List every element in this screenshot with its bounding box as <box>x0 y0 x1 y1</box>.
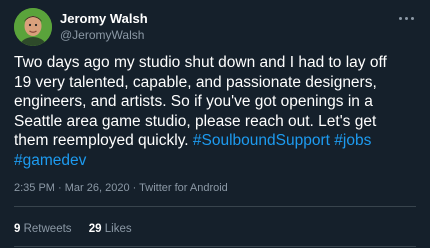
tweet-card: Jeromy Walsh @JeromyWalsh Two days ago m… <box>0 0 430 248</box>
divider <box>14 206 416 207</box>
author-handle[interactable]: @JeromyWalsh <box>60 28 144 42</box>
likes-label: Likes <box>104 223 132 235</box>
avatar-image <box>14 8 52 46</box>
retweets-count: 9 <box>14 223 21 235</box>
tweet-line-text: them reemployed quickly. <box>14 132 193 149</box>
hashtag-jobs[interactable]: #jobs <box>334 132 371 149</box>
hashtag-soulboundsupport[interactable]: #SoulboundSupport <box>193 132 330 149</box>
tweet-line: Two days ago my studio shut down and I h… <box>14 54 387 71</box>
tweet-line-5: them reemployed quickly. #SoulboundSuppo… <box>14 131 426 151</box>
more-options-icon[interactable] <box>396 10 416 26</box>
retweets-stat[interactable]: 9 Retweets <box>14 223 72 235</box>
tweet-line: Seattle area game studio, please reach o… <box>14 112 377 130</box>
retweets-label: Retweets <box>23 223 72 235</box>
tweet-timestamp[interactable]: 2:35 PM · Mar 26, 2020 · Twitter for And… <box>14 182 228 194</box>
divider <box>14 246 416 247</box>
tweet-line: 19 very talented, capable, and passionat… <box>14 73 377 91</box>
avatar[interactable] <box>14 8 52 46</box>
author-name[interactable]: Jeromy Walsh <box>60 11 148 26</box>
tweet-line: engineers, and artists. So if you've got… <box>14 93 373 110</box>
hashtag-gamedev[interactable]: #gamedev <box>14 152 86 169</box>
likes-count: 29 <box>88 223 102 235</box>
likes-stat[interactable]: 29 Likes <box>89 223 132 235</box>
tweet-stats: 9 Retweets 29 Likes <box>14 223 146 235</box>
tweet-line-6: #gamedev <box>14 151 426 171</box>
tweet-text: Two days ago my studio shut down and I h… <box>14 53 426 170</box>
